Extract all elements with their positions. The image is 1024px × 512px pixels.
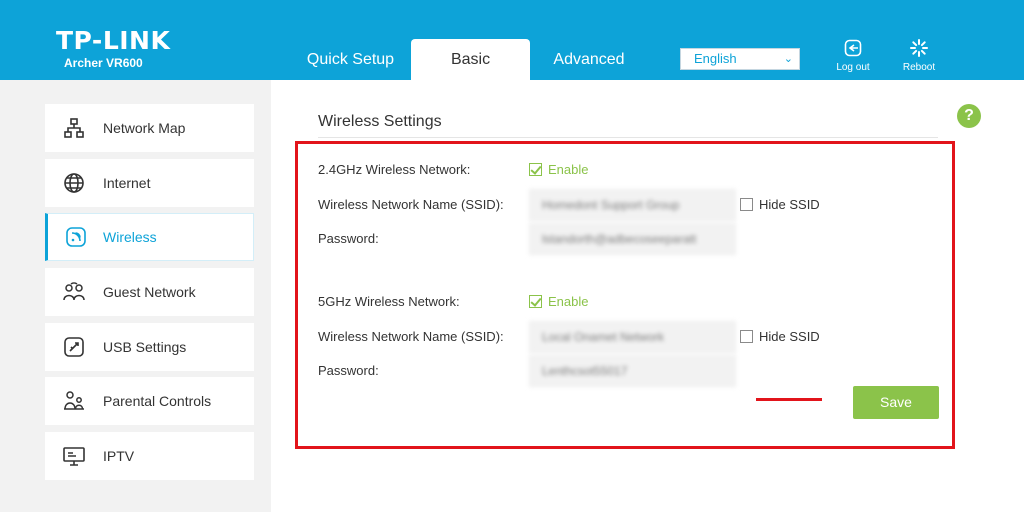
save-button[interactable]: Save [853, 386, 939, 419]
band5-label: 5GHz Wireless Network: [318, 294, 460, 309]
top-header: TP-LINK Archer VR600 Quick Setup Basic A… [0, 0, 1024, 80]
band5-ssid-label: Wireless Network Name (SSID): [318, 329, 504, 344]
band24-password-input[interactable]: lstandorth@adbecoseeparatt [529, 223, 736, 255]
title-divider [318, 137, 938, 138]
band5-ssid-input[interactable]: Local Onamet Network [529, 321, 736, 353]
tp-link-logo: TP-LINK Archer VR600 [56, 26, 171, 71]
sidebar-item-label: Wireless [103, 229, 157, 245]
network-map-icon [45, 117, 103, 139]
logout-label: Log out [836, 62, 870, 73]
sidebar: Network Map Internet Wireless Guest Netw… [0, 80, 271, 512]
band5-password-input[interactable]: Lenthcsot55017 [529, 355, 736, 387]
band5-hide-ssid-checkbox[interactable]: Hide SSID [740, 329, 820, 344]
band5-hide-ssid-label: Hide SSID [759, 329, 820, 344]
band5-password-label: Password: [318, 363, 379, 378]
parental-controls-icon [45, 390, 103, 412]
wireless-icon [48, 226, 103, 248]
band24-hide-ssid-checkbox[interactable]: Hide SSID [740, 197, 820, 212]
sidebar-item-usb-settings[interactable]: USB Settings [45, 323, 254, 371]
help-icon[interactable]: ? [957, 104, 981, 128]
sidebar-item-guest-network[interactable]: Guest Network [45, 268, 254, 316]
sidebar-item-label: USB Settings [103, 339, 187, 355]
band24-enable-label: Enable [548, 162, 589, 177]
usb-icon [45, 336, 103, 358]
sidebar-item-wireless[interactable]: Wireless [45, 213, 254, 261]
sidebar-item-label: IPTV [103, 448, 135, 464]
checkbox-checked-icon [529, 295, 542, 308]
sidebar-item-label: Guest Network [103, 284, 196, 300]
band24-hide-ssid-label: Hide SSID [759, 197, 820, 212]
tab-advanced[interactable]: Advanced [533, 39, 645, 80]
highlight-underline [756, 398, 822, 401]
checkbox-unchecked-icon [740, 198, 753, 211]
band24-ssid-label: Wireless Network Name (SSID): [318, 197, 504, 212]
checkbox-unchecked-icon [740, 330, 753, 343]
sidebar-item-parental-controls[interactable]: Parental Controls [45, 377, 254, 425]
brand-name: TP-LINK [56, 26, 171, 55]
chevron-down-icon: ⌄ [783, 53, 793, 65]
band24-label: 2.4GHz Wireless Network: [318, 162, 471, 177]
tab-basic[interactable]: Basic [411, 39, 530, 80]
checkbox-checked-icon [529, 163, 542, 176]
page-title: Wireless Settings [318, 113, 442, 130]
band5-enable-checkbox[interactable]: Enable [529, 294, 588, 309]
model-name: Archer VR600 [64, 56, 143, 70]
guest-network-icon [45, 281, 103, 303]
band5-enable-label: Enable [548, 294, 589, 309]
sidebar-item-network-map[interactable]: Network Map [45, 104, 254, 152]
globe-icon [45, 172, 103, 194]
reboot-label: Reboot [902, 62, 936, 73]
iptv-icon [45, 445, 103, 467]
sidebar-item-label: Internet [103, 175, 151, 191]
language-selected-value: English [694, 51, 737, 66]
sidebar-item-internet[interactable]: Internet [45, 159, 254, 207]
logout-icon [826, 38, 880, 58]
logout-button[interactable]: Log out [826, 38, 880, 73]
language-select[interactable]: English ⌄ [680, 48, 800, 70]
band24-enable-checkbox[interactable]: Enable [529, 162, 588, 177]
band24-password-label: Password: [318, 231, 379, 246]
reboot-button[interactable]: Reboot [892, 38, 946, 73]
band24-ssid-input[interactable]: Homedont Support Group [529, 189, 736, 221]
tab-quick-setup[interactable]: Quick Setup [293, 39, 408, 80]
sidebar-item-iptv[interactable]: IPTV [45, 432, 254, 480]
reboot-icon [892, 38, 946, 58]
sidebar-item-label: Parental Controls [103, 393, 212, 409]
sidebar-item-label: Network Map [103, 120, 186, 136]
